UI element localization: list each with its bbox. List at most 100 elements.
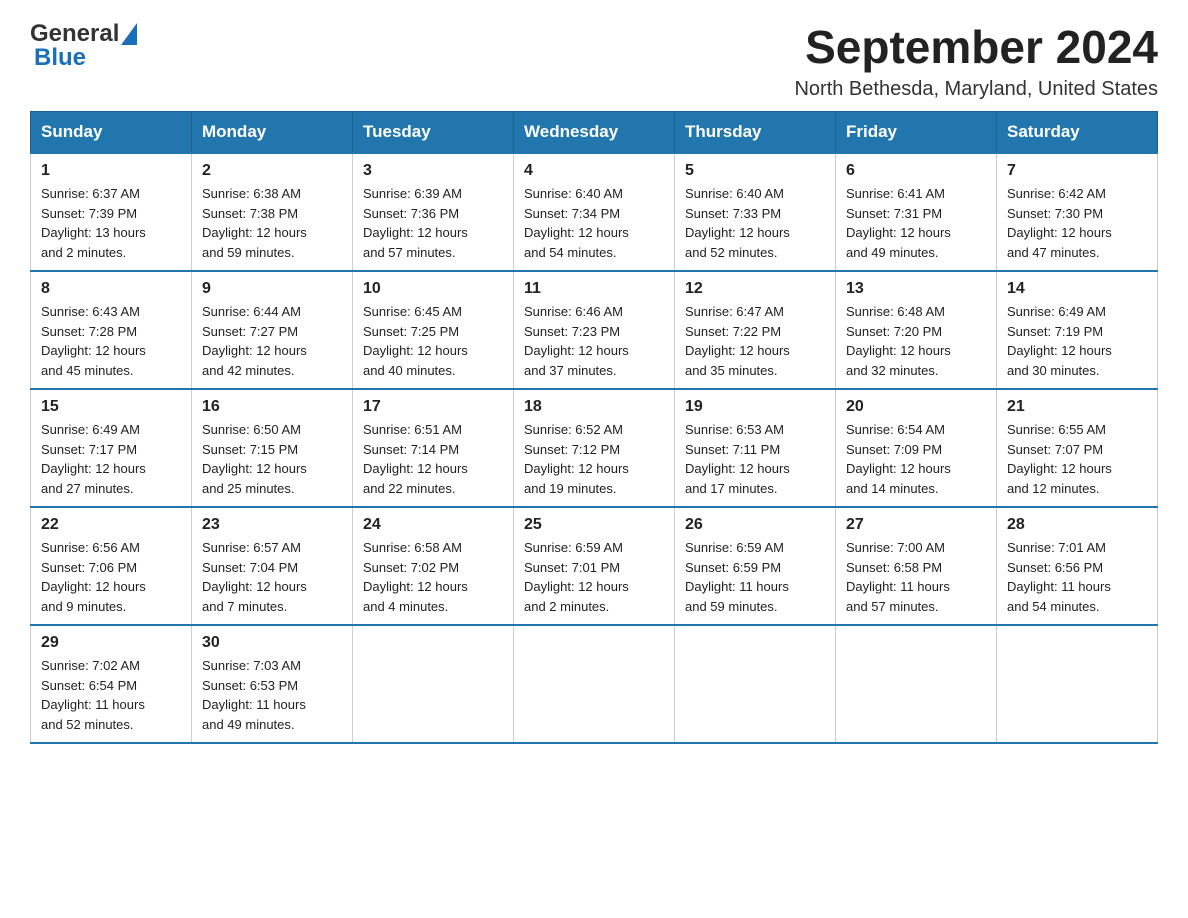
calendar-table: SundayMondayTuesdayWednesdayThursdayFrid…	[30, 111, 1158, 744]
day-number: 3	[363, 162, 503, 180]
day-info: Sunrise: 6:43 AMSunset: 7:28 PMDaylight:…	[41, 302, 181, 380]
calendar-day-cell	[836, 625, 997, 743]
calendar-day-cell: 19 Sunrise: 6:53 AMSunset: 7:11 PMDaylig…	[675, 389, 836, 507]
calendar-day-header: Thursday	[675, 112, 836, 154]
day-info: Sunrise: 6:47 AMSunset: 7:22 PMDaylight:…	[685, 302, 825, 380]
day-number: 22	[41, 516, 181, 534]
calendar-header-row: SundayMondayTuesdayWednesdayThursdayFrid…	[31, 112, 1158, 154]
day-info: Sunrise: 6:57 AMSunset: 7:04 PMDaylight:…	[202, 538, 342, 616]
day-info: Sunrise: 6:45 AMSunset: 7:25 PMDaylight:…	[363, 302, 503, 380]
calendar-day-cell: 15 Sunrise: 6:49 AMSunset: 7:17 PMDaylig…	[31, 389, 192, 507]
calendar-day-cell: 11 Sunrise: 6:46 AMSunset: 7:23 PMDaylig…	[514, 271, 675, 389]
day-info: Sunrise: 6:40 AMSunset: 7:34 PMDaylight:…	[524, 184, 664, 262]
calendar-day-header: Tuesday	[353, 112, 514, 154]
calendar-day-cell: 25 Sunrise: 6:59 AMSunset: 7:01 PMDaylig…	[514, 507, 675, 625]
day-info: Sunrise: 6:38 AMSunset: 7:38 PMDaylight:…	[202, 184, 342, 262]
day-info: Sunrise: 6:51 AMSunset: 7:14 PMDaylight:…	[363, 420, 503, 498]
calendar-day-cell: 22 Sunrise: 6:56 AMSunset: 7:06 PMDaylig…	[31, 507, 192, 625]
calendar-day-cell: 5 Sunrise: 6:40 AMSunset: 7:33 PMDayligh…	[675, 153, 836, 271]
calendar-day-cell: 10 Sunrise: 6:45 AMSunset: 7:25 PMDaylig…	[353, 271, 514, 389]
day-info: Sunrise: 6:59 AMSunset: 7:01 PMDaylight:…	[524, 538, 664, 616]
day-number: 12	[685, 280, 825, 298]
calendar-day-cell: 14 Sunrise: 6:49 AMSunset: 7:19 PMDaylig…	[997, 271, 1158, 389]
day-number: 4	[524, 162, 664, 180]
calendar-day-cell: 27 Sunrise: 7:00 AMSunset: 6:58 PMDaylig…	[836, 507, 997, 625]
day-number: 10	[363, 280, 503, 298]
day-number: 15	[41, 398, 181, 416]
day-info: Sunrise: 6:54 AMSunset: 7:09 PMDaylight:…	[846, 420, 986, 498]
calendar-title: September 2024	[137, 20, 1158, 74]
calendar-day-cell: 12 Sunrise: 6:47 AMSunset: 7:22 PMDaylig…	[675, 271, 836, 389]
calendar-day-cell: 30 Sunrise: 7:03 AMSunset: 6:53 PMDaylig…	[192, 625, 353, 743]
day-info: Sunrise: 6:44 AMSunset: 7:27 PMDaylight:…	[202, 302, 342, 380]
day-info: Sunrise: 6:55 AMSunset: 7:07 PMDaylight:…	[1007, 420, 1147, 498]
calendar-day-header: Friday	[836, 112, 997, 154]
calendar-day-cell	[514, 625, 675, 743]
day-number: 2	[202, 162, 342, 180]
day-info: Sunrise: 6:40 AMSunset: 7:33 PMDaylight:…	[685, 184, 825, 262]
day-number: 5	[685, 162, 825, 180]
day-number: 28	[1007, 516, 1147, 534]
calendar-day-cell: 1 Sunrise: 6:37 AMSunset: 7:39 PMDayligh…	[31, 153, 192, 271]
day-number: 14	[1007, 280, 1147, 298]
day-info: Sunrise: 7:03 AMSunset: 6:53 PMDaylight:…	[202, 656, 342, 734]
calendar-week-row: 8 Sunrise: 6:43 AMSunset: 7:28 PMDayligh…	[31, 271, 1158, 389]
calendar-week-row: 22 Sunrise: 6:56 AMSunset: 7:06 PMDaylig…	[31, 507, 1158, 625]
day-number: 9	[202, 280, 342, 298]
calendar-subtitle: North Bethesda, Maryland, United States	[137, 78, 1158, 101]
day-number: 25	[524, 516, 664, 534]
day-number: 29	[41, 634, 181, 652]
logo: General Blue	[30, 20, 137, 72]
calendar-day-cell: 8 Sunrise: 6:43 AMSunset: 7:28 PMDayligh…	[31, 271, 192, 389]
day-info: Sunrise: 6:56 AMSunset: 7:06 PMDaylight:…	[41, 538, 181, 616]
day-info: Sunrise: 6:46 AMSunset: 7:23 PMDaylight:…	[524, 302, 664, 380]
calendar-day-cell: 4 Sunrise: 6:40 AMSunset: 7:34 PMDayligh…	[514, 153, 675, 271]
day-info: Sunrise: 7:01 AMSunset: 6:56 PMDaylight:…	[1007, 538, 1147, 616]
day-info: Sunrise: 6:48 AMSunset: 7:20 PMDaylight:…	[846, 302, 986, 380]
day-info: Sunrise: 6:53 AMSunset: 7:11 PMDaylight:…	[685, 420, 825, 498]
day-number: 24	[363, 516, 503, 534]
calendar-day-cell: 3 Sunrise: 6:39 AMSunset: 7:36 PMDayligh…	[353, 153, 514, 271]
day-number: 1	[41, 162, 181, 180]
day-number: 8	[41, 280, 181, 298]
calendar-day-cell: 24 Sunrise: 6:58 AMSunset: 7:02 PMDaylig…	[353, 507, 514, 625]
day-number: 6	[846, 162, 986, 180]
title-block: September 2024 North Bethesda, Maryland,…	[137, 20, 1158, 101]
calendar-day-cell	[997, 625, 1158, 743]
calendar-day-cell: 6 Sunrise: 6:41 AMSunset: 7:31 PMDayligh…	[836, 153, 997, 271]
calendar-day-cell: 18 Sunrise: 6:52 AMSunset: 7:12 PMDaylig…	[514, 389, 675, 507]
calendar-day-cell: 7 Sunrise: 6:42 AMSunset: 7:30 PMDayligh…	[997, 153, 1158, 271]
calendar-day-header: Monday	[192, 112, 353, 154]
calendar-day-cell: 28 Sunrise: 7:01 AMSunset: 6:56 PMDaylig…	[997, 507, 1158, 625]
day-info: Sunrise: 7:02 AMSunset: 6:54 PMDaylight:…	[41, 656, 181, 734]
day-number: 7	[1007, 162, 1147, 180]
calendar-day-cell: 9 Sunrise: 6:44 AMSunset: 7:27 PMDayligh…	[192, 271, 353, 389]
page-header: General Blue September 2024 North Bethes…	[30, 20, 1158, 101]
calendar-week-row: 15 Sunrise: 6:49 AMSunset: 7:17 PMDaylig…	[31, 389, 1158, 507]
calendar-day-cell	[675, 625, 836, 743]
day-info: Sunrise: 6:42 AMSunset: 7:30 PMDaylight:…	[1007, 184, 1147, 262]
day-number: 11	[524, 280, 664, 298]
day-info: Sunrise: 6:41 AMSunset: 7:31 PMDaylight:…	[846, 184, 986, 262]
day-info: Sunrise: 6:49 AMSunset: 7:17 PMDaylight:…	[41, 420, 181, 498]
calendar-day-cell	[353, 625, 514, 743]
day-info: Sunrise: 6:39 AMSunset: 7:36 PMDaylight:…	[363, 184, 503, 262]
calendar-day-cell: 17 Sunrise: 6:51 AMSunset: 7:14 PMDaylig…	[353, 389, 514, 507]
calendar-day-cell: 26 Sunrise: 6:59 AMSunset: 6:59 PMDaylig…	[675, 507, 836, 625]
day-info: Sunrise: 6:37 AMSunset: 7:39 PMDaylight:…	[41, 184, 181, 262]
calendar-day-cell: 16 Sunrise: 6:50 AMSunset: 7:15 PMDaylig…	[192, 389, 353, 507]
day-number: 13	[846, 280, 986, 298]
calendar-day-header: Saturday	[997, 112, 1158, 154]
day-number: 16	[202, 398, 342, 416]
day-number: 21	[1007, 398, 1147, 416]
calendar-week-row: 29 Sunrise: 7:02 AMSunset: 6:54 PMDaylig…	[31, 625, 1158, 743]
calendar-day-cell: 23 Sunrise: 6:57 AMSunset: 7:04 PMDaylig…	[192, 507, 353, 625]
calendar-day-cell: 2 Sunrise: 6:38 AMSunset: 7:38 PMDayligh…	[192, 153, 353, 271]
day-number: 20	[846, 398, 986, 416]
day-info: Sunrise: 6:59 AMSunset: 6:59 PMDaylight:…	[685, 538, 825, 616]
calendar-day-cell: 13 Sunrise: 6:48 AMSunset: 7:20 PMDaylig…	[836, 271, 997, 389]
day-number: 27	[846, 516, 986, 534]
calendar-week-row: 1 Sunrise: 6:37 AMSunset: 7:39 PMDayligh…	[31, 153, 1158, 271]
day-number: 17	[363, 398, 503, 416]
calendar-day-header: Sunday	[31, 112, 192, 154]
